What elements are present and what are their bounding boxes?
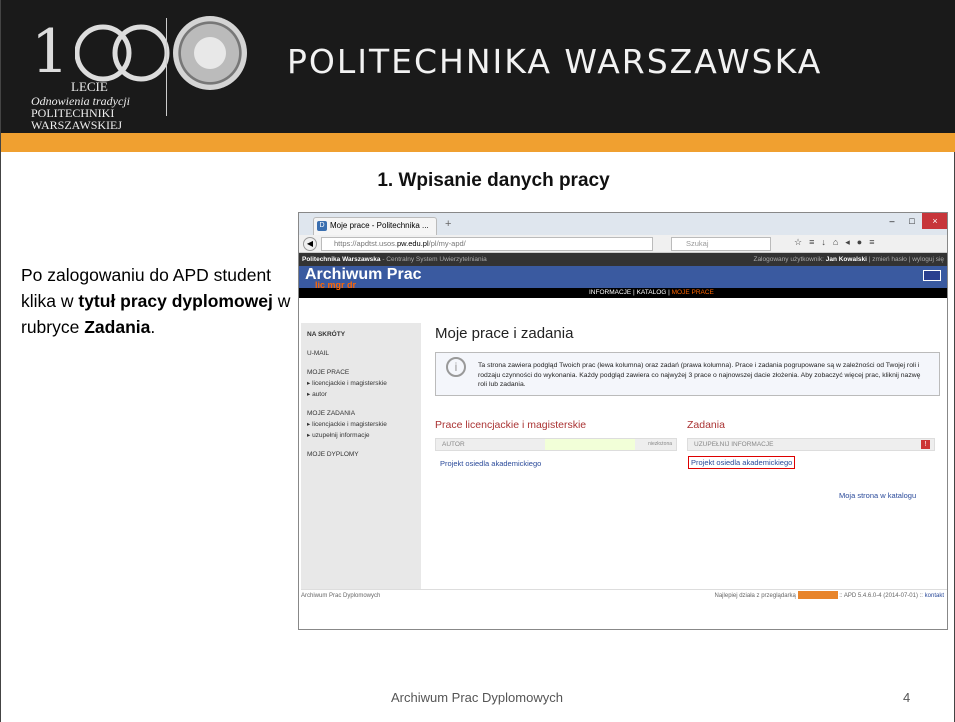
logo-tagline-3: WARSZAWSKIEJ xyxy=(31,118,123,132)
url-path: /pl/my-apd/ xyxy=(428,239,466,248)
browser-tabbar: D Moje prace - Politechnika ... × + – □ … xyxy=(299,213,947,246)
site-footer: Archiwum Prac Dyplomowych Najlepiej dzia… xyxy=(301,589,947,601)
menu-katalog[interactable]: KATALOG xyxy=(637,289,667,296)
right-column-bar: UZUPEŁNIJ INFORMACJE ! xyxy=(687,438,935,451)
logo-lecie: LECIE xyxy=(71,79,108,94)
info-text: Ta strona zawiera podgląd Twoich prac (l… xyxy=(478,362,921,388)
site-topline: Politechnika Warszawska - Centralny Syst… xyxy=(299,253,947,266)
search-input[interactable]: Szukaj xyxy=(671,237,771,251)
instruction-bold: tytuł pracy dyplomowej xyxy=(78,291,273,311)
sidebar-na-skroty[interactable]: NA SKRÓTY xyxy=(307,331,415,338)
info-icon: i xyxy=(446,357,466,377)
topline-uni: Politechnika Warszawska xyxy=(302,256,381,263)
footer-contact-link[interactable]: kontakt xyxy=(925,593,944,599)
logo-divider xyxy=(166,18,167,116)
status-label: niezłożona xyxy=(648,441,672,447)
info-box: i Ta strona zawiera podgląd Twoich prac … xyxy=(435,352,940,396)
footer-browser-note: Najlepiej działa z przeglądarką xyxy=(714,593,796,599)
window-close-button[interactable]: × xyxy=(922,213,947,229)
site-sidebar: NA SKRÓTY U-MAIL MOJE PRACE ▸ licencjack… xyxy=(301,323,421,589)
instruction-part: . xyxy=(150,317,156,337)
banner-subtitle: lic mgr dr xyxy=(315,280,357,290)
task-uzupelnij[interactable]: UZUPEŁNIJ INFORMACJE xyxy=(694,441,773,448)
topline-system: - Centralny System Uwierzytelniania xyxy=(380,256,487,263)
catalog-link[interactable]: Moja strona w katalogu xyxy=(839,491,916,500)
sidebar-moje-dyplomy[interactable]: MOJE DYPLOMY xyxy=(307,451,415,458)
sidebar-umail[interactable]: U-MAIL xyxy=(307,350,415,357)
sidebar-moje-prace[interactable]: MOJE PRACE xyxy=(307,369,415,376)
thesis-link-task[interactable]: Projekt osiedla akademickiego xyxy=(688,456,796,469)
new-tab-button[interactable]: + xyxy=(445,218,451,230)
firefox-badge-icon xyxy=(797,591,838,600)
user-name: Jan Kowalski xyxy=(825,256,867,263)
centenary-logo: 1 LECIE Odnowienia tradycji POLITECHNIKI… xyxy=(31,15,170,131)
logo-rings-icon xyxy=(75,24,170,82)
header-bar: 1 LECIE Odnowienia tradycji POLITECHNIKI… xyxy=(1,0,955,133)
alert-icon: ! xyxy=(921,440,930,449)
browser-tab[interactable]: D Moje prace - Politechnika ... × xyxy=(313,217,437,246)
url-domain: pw.edu.pl xyxy=(396,239,429,248)
topline-user-area: Zalogowany użytkownik: Jan Kowalski | zm… xyxy=(753,253,944,266)
url-prefix: https://apdtst.usos. xyxy=(334,239,397,248)
accent-stripe xyxy=(1,133,955,152)
menu-informacje[interactable]: INFORMACJE xyxy=(589,289,631,296)
footer-version: :: APD 5.4.6.0-4 (2014-07-01) :: xyxy=(839,593,925,599)
sidebar-lic-mgr[interactable]: ▸ licencjackie i magisterskie xyxy=(307,379,415,387)
sidebar-autor[interactable]: ▸ autor xyxy=(307,390,415,398)
page-number: 4 xyxy=(903,690,911,705)
site-menu: INFORMACJE | KATALOG | MOJE PRACE xyxy=(299,288,947,298)
menu-moje-prace[interactable]: MOJE PRACE xyxy=(672,289,714,296)
instruction-bold: Zadania xyxy=(84,317,151,337)
browser-screenshot: D Moje prace - Politechnika ... × + – □ … xyxy=(298,212,948,630)
role-autor[interactable]: AUTOR xyxy=(442,441,465,448)
site-main: Moje prace i zadania i Ta strona zawiera… xyxy=(435,325,940,500)
minimize-button[interactable]: – xyxy=(882,213,902,229)
sidebar-moje-zadania[interactable]: MOJE ZADANIA xyxy=(307,410,415,417)
logo-number: 1 xyxy=(31,17,69,87)
tab-title: Moje prace - Politechnika ... xyxy=(330,221,429,230)
university-seal-icon xyxy=(173,16,247,90)
user-links[interactable]: | zmień hasło | wyloguj się xyxy=(867,256,944,263)
right-column-heading: Zadania xyxy=(687,419,725,431)
sidebar-zadania-lic-mgr[interactable]: ▸ licencjackie i magisterskie xyxy=(307,420,415,428)
logo-tagline: Odnowienia tradycji POLITECHNIKI WARSZAW… xyxy=(31,95,161,131)
footer-right: Najlepiej działa z przeglądarką :: APD 5… xyxy=(715,590,944,602)
slide-footer: Archiwum Prac Dyplomowych xyxy=(391,690,563,705)
favicon-icon: D xyxy=(317,221,327,231)
status-highlight xyxy=(545,439,635,450)
toolbar-icons[interactable]: ☆≡↓⌂◂●≡ xyxy=(794,237,881,248)
page-heading: Moje prace i zadania xyxy=(435,325,574,342)
sidebar-uzupelnij[interactable]: ▸ uzupełnij informacje xyxy=(307,431,415,439)
thesis-link-author[interactable]: Projekt osiedla akademickiego xyxy=(440,459,541,468)
back-icon[interactable]: ◀ xyxy=(303,237,317,251)
user-label: Zalogowany użytkownik: xyxy=(753,256,826,263)
browser-navbar: ◀ https://apdtst.usos.pw.edu.pl/pl/my-ap… xyxy=(299,235,947,253)
site-banner: Archiwum Prac lic mgr dr xyxy=(299,266,947,290)
footer-left: Archiwum Prac Dyplomowych xyxy=(301,593,381,599)
maximize-button[interactable]: □ xyxy=(902,213,922,229)
uk-flag-icon[interactable] xyxy=(923,270,941,281)
university-name: POLITECHNIKA WARSZAWSKA xyxy=(287,42,823,81)
instruction-text: Po zalogowaniu do APD student klika w ty… xyxy=(21,262,291,340)
slide-title: 1. Wpisanie danych pracy xyxy=(377,170,610,191)
url-bar[interactable]: https://apdtst.usos.pw.edu.pl/pl/my-apd/ xyxy=(321,237,653,251)
left-column-heading: Prace licencjackie i magisterskie xyxy=(435,419,587,431)
